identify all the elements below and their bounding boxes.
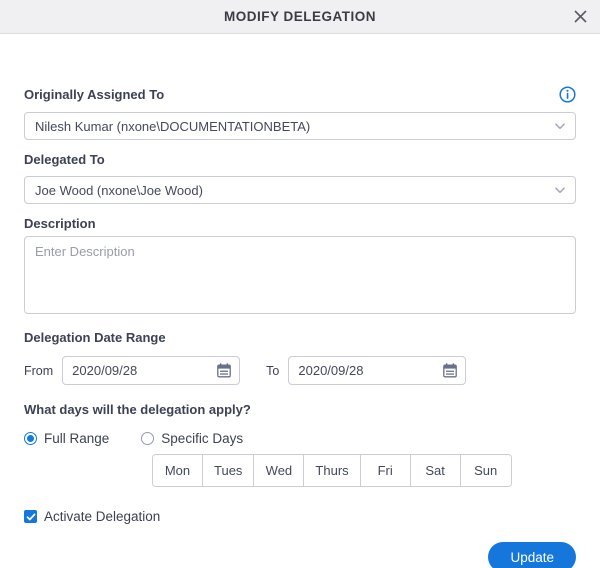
- originally-assigned-label: Originally Assigned To: [24, 86, 165, 102]
- dialog-title: MODIFY DELEGATION: [223, 9, 376, 24]
- day-button-mon[interactable]: Mon: [153, 455, 203, 486]
- chevron-down-icon: [555, 187, 565, 194]
- days-question-label: What days will the delegation apply?: [24, 402, 251, 417]
- chevron-down-icon: [555, 123, 565, 130]
- radio-specific-days-label: Specific Days: [161, 431, 244, 446]
- day-button-thurs[interactable]: Thurs: [304, 455, 361, 486]
- radio-specific-days-indicator: [141, 432, 155, 445]
- dialog-footer: Update: [24, 542, 576, 568]
- originally-assigned-header-row: Originally Assigned To: [24, 86, 576, 103]
- day-button-fri[interactable]: Fri: [360, 455, 411, 486]
- originally-assigned-select[interactable]: Nilesh Kumar (nxone\DOCUMENTATIONBETA): [24, 112, 576, 140]
- update-button[interactable]: Update: [488, 542, 576, 568]
- calendar-icon[interactable]: [217, 363, 232, 378]
- originally-assigned-value: Nilesh Kumar (nxone\DOCUMENTATIONBETA): [35, 118, 311, 134]
- radio-full-range-label: Full Range: [44, 431, 110, 446]
- day-button-sun[interactable]: Sun: [460, 455, 511, 486]
- date-range-row: From 2020/09/28 To 2020/09/28: [24, 356, 576, 385]
- delegated-to-value: Joe Wood (nxone\Joe Wood): [35, 182, 203, 198]
- description-label: Description: [24, 216, 96, 231]
- checkbox-indicator: [24, 510, 37, 523]
- dialog-header: MODIFY DELEGATION: [0, 0, 600, 34]
- calendar-icon[interactable]: [443, 363, 458, 378]
- delegated-to-label: Delegated To: [24, 152, 105, 167]
- description-input[interactable]: [24, 236, 576, 314]
- radio-full-range-indicator: [24, 432, 37, 445]
- delegated-to-select[interactable]: Joe Wood (nxone\Joe Wood): [24, 176, 576, 204]
- day-button-tues[interactable]: Tues: [203, 455, 255, 486]
- from-date-field[interactable]: 2020/09/28: [62, 356, 241, 385]
- to-date-field[interactable]: 2020/09/28: [288, 356, 467, 385]
- day-of-week-group: Mon Tues Wed Thurs Fri Sat Sun: [152, 454, 512, 487]
- activate-delegation-checkbox[interactable]: Activate Delegation: [24, 509, 160, 524]
- to-date-value: 2020/09/28: [298, 363, 364, 378]
- from-label: From: [24, 363, 54, 378]
- info-icon[interactable]: [559, 86, 576, 103]
- radio-specific-days[interactable]: Specific Days: [141, 431, 243, 446]
- modify-delegation-dialog: MODIFY DELEGATION Originally Assigned To…: [0, 0, 600, 568]
- to-label: To: [266, 363, 280, 378]
- day-button-wed[interactable]: Wed: [254, 455, 305, 486]
- delegation-date-range-label: Delegation Date Range: [24, 330, 166, 345]
- day-button-sat[interactable]: Sat: [410, 455, 461, 486]
- dialog-body: Originally Assigned To Nilesh Kumar (nxo…: [0, 34, 600, 568]
- from-date-value: 2020/09/28: [72, 363, 138, 378]
- activate-delegation-label: Activate Delegation: [44, 509, 161, 524]
- close-icon[interactable]: [569, 6, 591, 28]
- range-mode-radio-group: Full Range Specific Days: [24, 431, 243, 446]
- radio-full-range[interactable]: Full Range: [24, 431, 109, 446]
